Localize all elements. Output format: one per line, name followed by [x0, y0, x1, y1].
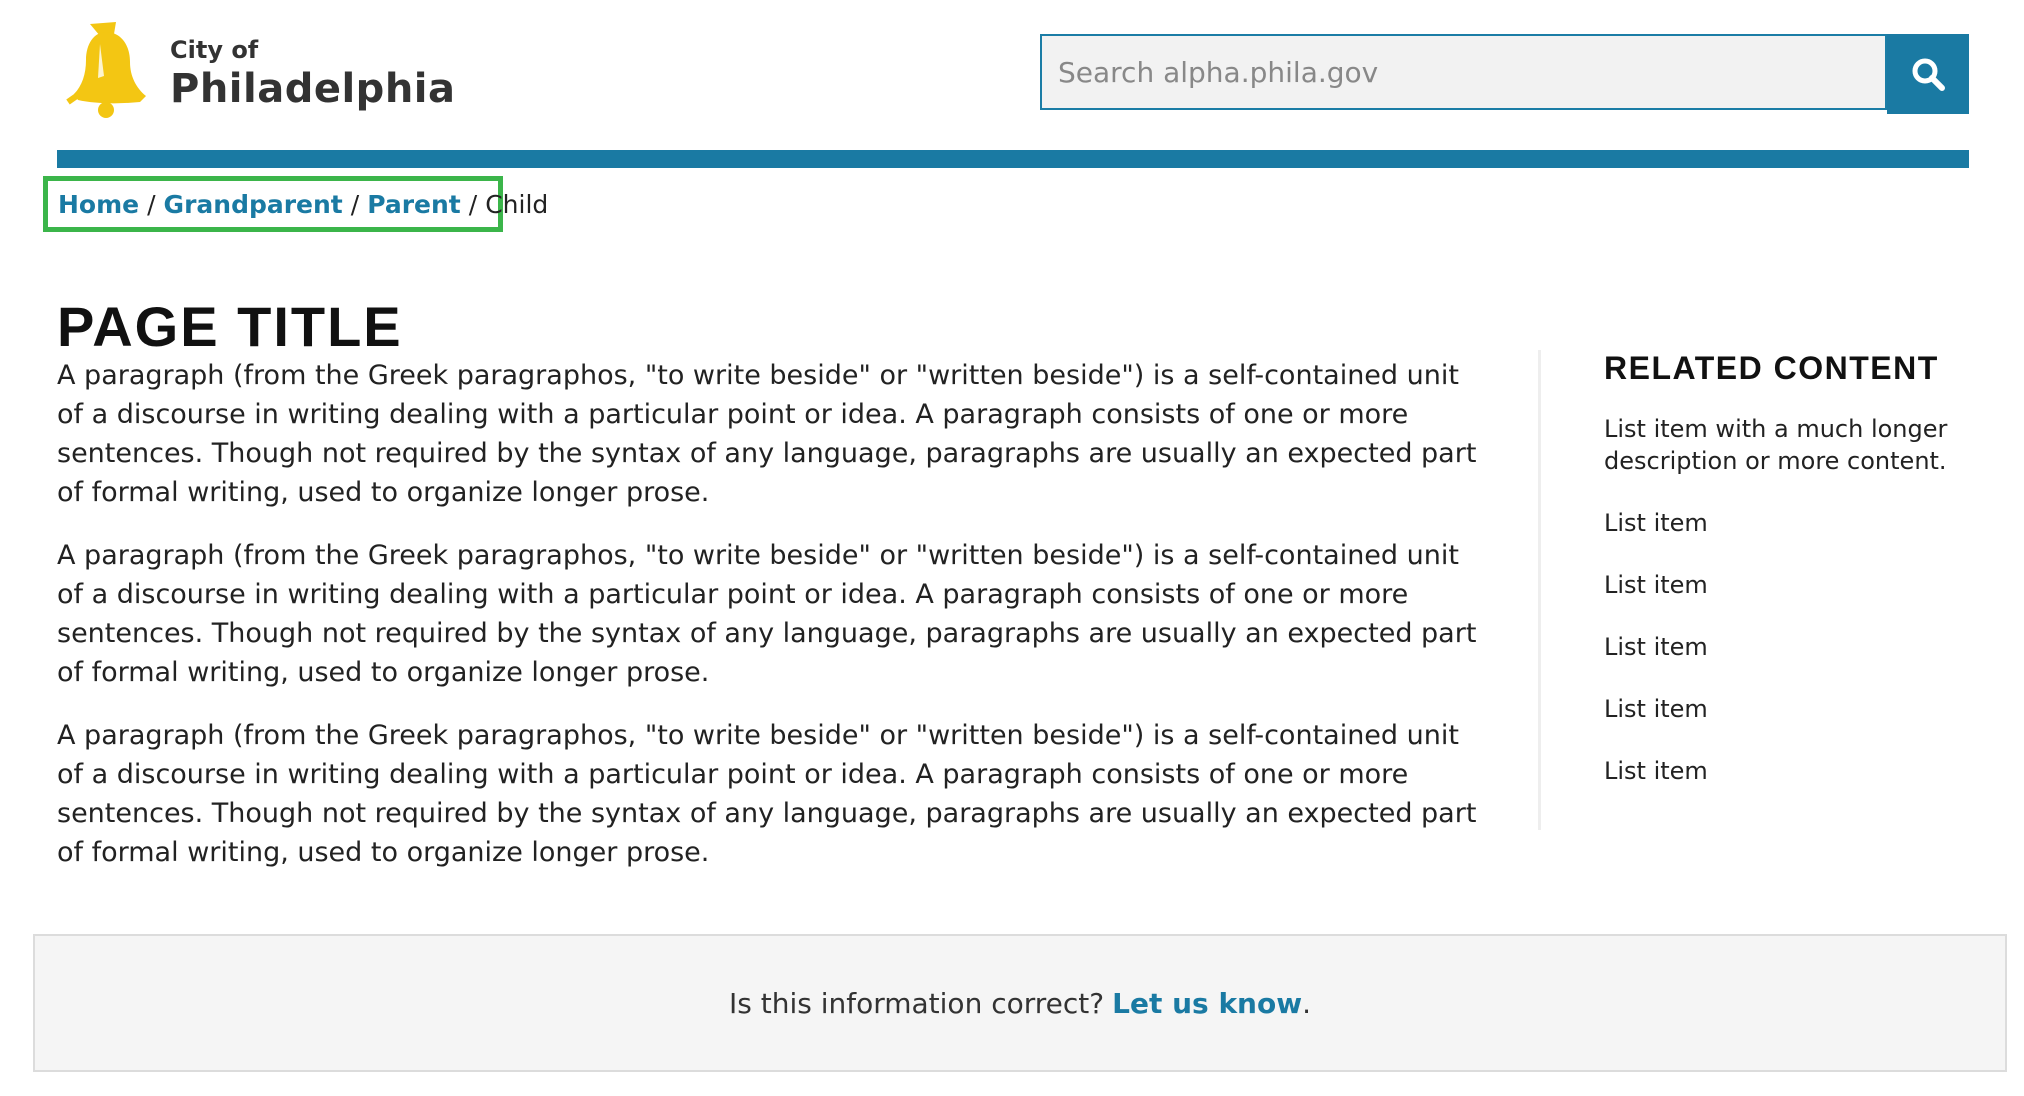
search-button[interactable] [1887, 34, 1969, 114]
paragraph: A paragraph (from the Greek paragraphos,… [57, 360, 1477, 508]
related-list-item[interactable]: List item [1604, 755, 1984, 787]
related-content-title: RELATED CONTENT [1604, 350, 1939, 386]
related-list-item[interactable]: List item [1604, 507, 1984, 539]
sidebar-divider [1538, 350, 1541, 830]
breadcrumb-current: Child [485, 189, 549, 219]
related-content-sidebar: RELATED CONTENT List item with a much lo… [1604, 350, 1984, 817]
header-accent-bar [57, 150, 1969, 168]
paragraph: A paragraph (from the Greek paragraphos,… [57, 720, 1477, 868]
page-title: PAGE TITLE [57, 294, 403, 358]
site-header: City of Philadelphia [0, 0, 2024, 172]
feedback-question: Is this information correct? [728, 986, 1105, 1020]
breadcrumb-separator: / [350, 189, 360, 219]
brand-subtitle: City of [170, 36, 259, 64]
feedback-period: . [1302, 986, 1312, 1020]
brand-title[interactable]: Philadelphia [170, 66, 456, 112]
breadcrumb-separator: / [147, 189, 156, 219]
related-list-item[interactable]: List item [1604, 569, 1984, 601]
search-icon [1912, 58, 1945, 91]
feedback-box: Is this information correct? Let us know… [33, 934, 2007, 1072]
feedback-link[interactable]: Let us know [1112, 987, 1302, 1020]
related-list-item[interactable]: List item [1604, 631, 1984, 663]
search-box [1040, 34, 1887, 110]
liberty-bell-logo-icon[interactable] [60, 18, 152, 124]
breadcrumb: Home / Grandparent / Parent / Child [43, 176, 548, 232]
main-content: A paragraph (from the Greek paragraphos,… [57, 356, 1487, 896]
breadcrumb-separator: / [468, 189, 478, 219]
paragraph: A paragraph (from the Greek paragraphos,… [57, 540, 1477, 688]
related-list-item[interactable]: List item [1604, 693, 1984, 725]
breadcrumb-parent-link[interactable]: Parent [367, 190, 461, 219]
related-list-item[interactable]: List item with a much longer description… [1604, 413, 1984, 477]
search-input[interactable] [1042, 36, 1885, 108]
breadcrumb-home-link[interactable]: Home [58, 190, 139, 219]
breadcrumb-grandparent-link[interactable]: Grandparent [164, 190, 343, 219]
